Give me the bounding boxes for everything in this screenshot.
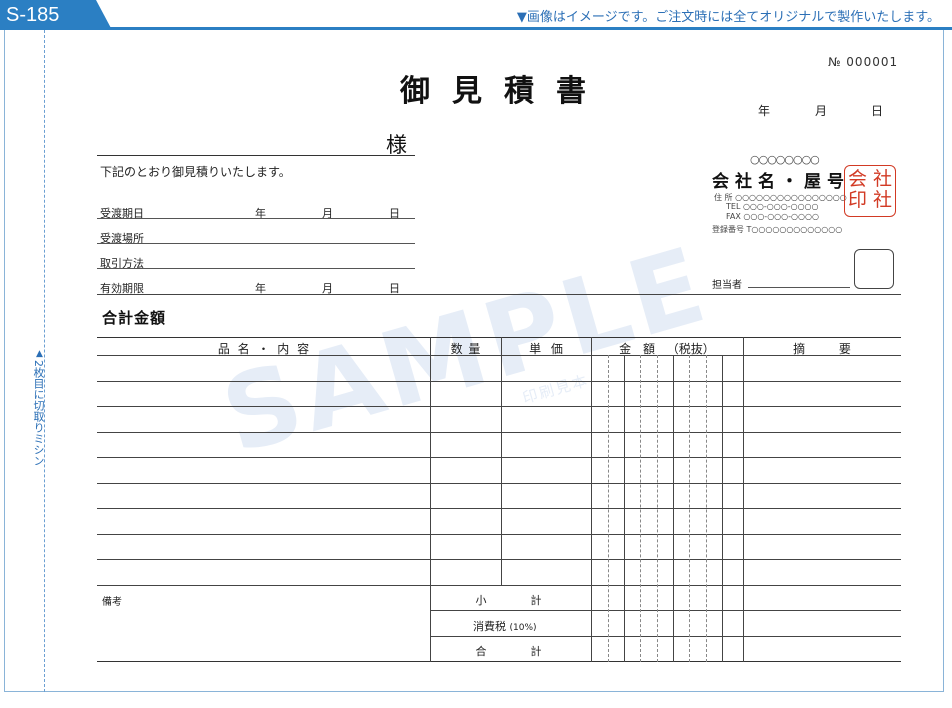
issue-date-day: 日 [871,104,884,118]
document-title: 御見積書 [400,74,608,109]
table-row-rule [97,381,901,382]
amount-digit-guide [657,355,658,662]
amount-digit-divider [722,355,723,662]
total-amount-label: 合計金額 [102,309,167,327]
image-notice: ▼画像はイメージです。ご注文時には全てオリジナルで製作いたします。 [516,10,940,25]
perforation-label: 2枚目に切取りミシン [32,360,45,466]
personal-stamp-box [854,249,894,289]
seal-char: 社 [872,189,892,211]
summary-row-rule [430,610,901,611]
perforation-arrow-icon: ▲ [36,349,43,359]
table-bottom-rule [97,661,901,662]
company-tel: TEL ○○○-○○○-○○○○ [726,202,819,211]
amount-digit-guide [706,355,707,662]
table-row-rule [97,508,901,509]
tax-rate: (10%) [509,623,537,633]
amount-digit-guide [689,355,690,662]
company-name: 会社名・屋号 [712,172,850,192]
intro-text: 下記のとおり御見積りいたします。 [100,165,291,179]
header-unit-price: 単 価 [529,342,563,356]
table-row-rule [97,457,901,458]
person-in-charge-line [748,287,850,288]
person-in-charge-label: 担当者 [712,280,742,291]
product-code: S-185 [6,4,60,26]
tax-label: 消費税 (10%) [473,618,537,634]
company-placeholder: ○○○○○○○○ [750,153,820,166]
company-registration: 登録番号 T○○○○○○○○○○○○○ [712,225,843,234]
company-fax: FAX ○○○-○○○-○○○○ [726,212,819,221]
seal-char: 社 [872,168,892,190]
header-quantity: 数 量 [450,342,481,356]
field-underline [97,268,415,269]
amount-digit-guide [608,355,609,662]
notes-label: 備考 [102,597,122,608]
table-top-rule [97,337,901,338]
header-remarks: 摘 要 [793,342,851,356]
product-code-tab: S-185 [0,0,112,30]
col-divider-item [430,337,431,662]
field-underline [97,243,415,244]
amount-digit-divider [624,355,625,662]
header-amount: 金 額 （税抜） [619,342,715,356]
summary-row-rule [430,636,901,637]
table-row-rule [97,432,901,433]
table-row-rule [97,406,901,407]
col-divider-price [591,337,592,662]
subtotal-label: 小 計 [475,594,542,607]
amount-digit-guide [640,355,641,662]
company-seal-icon: 会 社 印 社 [844,165,896,217]
recipient-name-line [97,155,415,156]
table-row-rule [97,585,901,586]
grand-total-label: 合 計 [475,645,542,658]
document-number: № 000001 [828,55,899,69]
issue-date-month: 月 [815,104,828,118]
issue-date-year: 年 [758,104,771,118]
table-row-rule [97,534,901,535]
amount-digit-divider [673,355,674,662]
table-row-rule [97,483,901,484]
col-divider-qty [501,337,502,586]
field-underline [97,218,415,219]
seal-char: 印 [847,189,867,211]
header-item: 品 名 ・ 内 容 [217,342,310,356]
seal-char: 会 [847,168,867,190]
col-divider-amount [743,337,744,662]
table-row-rule [97,559,901,560]
section-divider [97,294,901,295]
tax-label-text: 消費税 [473,620,506,633]
